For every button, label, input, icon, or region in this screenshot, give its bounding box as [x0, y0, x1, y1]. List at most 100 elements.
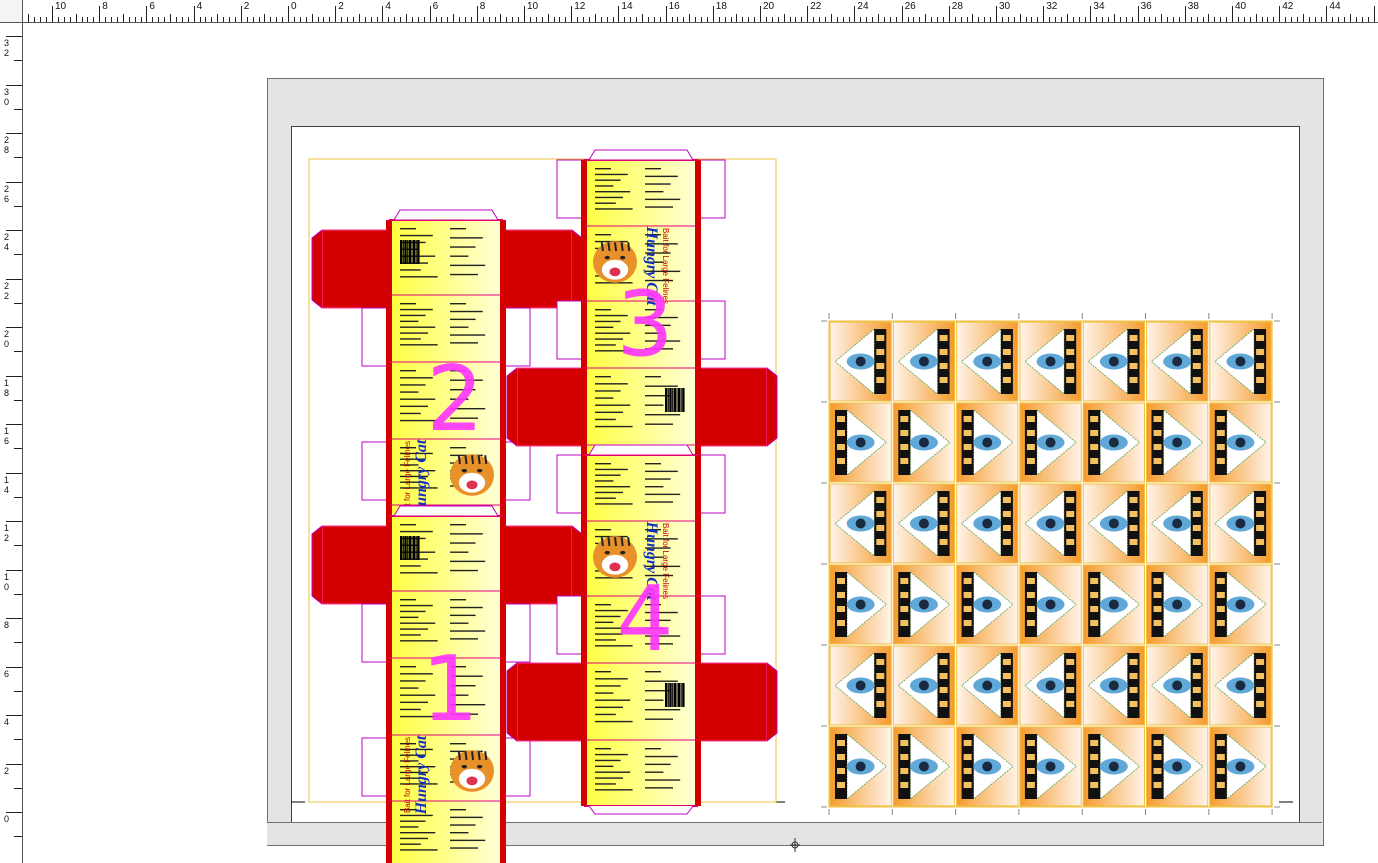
- label-band-text: [1002, 701, 1011, 707]
- label-center-mark: [1045, 518, 1056, 529]
- label-band-text: [876, 673, 885, 679]
- text-line: [595, 173, 628, 176]
- label-center-mark: [855, 356, 866, 367]
- text-line: [595, 179, 621, 181]
- label-band-text: [900, 430, 909, 436]
- label-band-text: [939, 673, 948, 679]
- dust-flap: [361, 441, 390, 501]
- label-band-text: [1002, 539, 1011, 545]
- barcode-bar: [672, 388, 674, 412]
- label-band-text: [963, 768, 972, 774]
- label-center-mark: [982, 356, 993, 367]
- text-line: [595, 783, 616, 785]
- text-line: [645, 501, 673, 503]
- label-band-text: [1066, 377, 1075, 383]
- label-band-text: [1066, 363, 1075, 369]
- label-band-text: [1192, 511, 1201, 517]
- text-line: [595, 326, 614, 329]
- barcode-bar: [670, 388, 672, 412]
- label-band-text: [837, 592, 845, 598]
- text-line: [595, 604, 611, 606]
- text-line: [400, 837, 428, 840]
- label-band-text: [1066, 497, 1075, 503]
- barcode-bar: [679, 388, 681, 412]
- label-band-text: [939, 349, 948, 355]
- label-cell: [1019, 321, 1082, 402]
- text-line: [450, 310, 483, 313]
- text-line: [595, 671, 611, 673]
- text-line: [450, 560, 486, 563]
- text-line: [595, 685, 621, 687]
- bottom-tuck-flap: [588, 805, 694, 815]
- label-center-mark: [1172, 680, 1183, 691]
- tiger-eye: [604, 255, 610, 260]
- label-band-text: [939, 539, 948, 545]
- text-line: [645, 414, 681, 416]
- label-band-text: [1090, 458, 1099, 464]
- label-band-text: [1153, 444, 1162, 450]
- text-line: [645, 198, 681, 201]
- label-center-mark: [855, 518, 866, 529]
- side-panel-red: [501, 525, 573, 605]
- text-line: [645, 175, 678, 178]
- label-band-text: [1026, 620, 1035, 626]
- label-band-text: [900, 592, 909, 598]
- text-line: [595, 418, 616, 421]
- label-band-text: [837, 620, 845, 626]
- dust-flap: [556, 159, 585, 219]
- text-line: [595, 486, 631, 488]
- barcode-bar: [410, 240, 411, 264]
- label-cell: [1146, 564, 1209, 645]
- text-line: [595, 777, 623, 779]
- label-band-text: [1129, 335, 1138, 341]
- glue-tab-red: [506, 367, 518, 447]
- label-band-text: [1256, 701, 1265, 707]
- text-line: [595, 376, 611, 378]
- label-band-text: [1026, 578, 1035, 584]
- label-center-mark: [918, 599, 929, 610]
- label-center-mark: [1172, 437, 1183, 448]
- label-cell: [892, 564, 956, 645]
- ruler-origin-corner[interactable]: [0, 0, 23, 23]
- text-line: [595, 468, 628, 471]
- text-line: [450, 622, 469, 624]
- text-line: [450, 847, 478, 849]
- label-band-text: [1216, 606, 1225, 612]
- text-line: [450, 342, 478, 344]
- label-band-text: [963, 592, 972, 598]
- label-center-mark: [1045, 437, 1056, 448]
- text-line: [645, 168, 661, 170]
- imposition-artwork[interactable]: Hungry CatBait for Large Felines 2Hungry …: [0, 0, 1378, 863]
- label-band-text: [1256, 377, 1265, 383]
- text-line: [645, 748, 661, 750]
- label-center-mark: [918, 437, 929, 448]
- text-line: [450, 246, 476, 248]
- label-cell: [1146, 645, 1209, 726]
- text-line: [595, 748, 611, 750]
- box-edge-red: [581, 455, 587, 806]
- tiger-eye: [461, 764, 467, 769]
- side-panel-red: [696, 662, 768, 742]
- label-band-text: [963, 578, 972, 584]
- label-cell: [892, 321, 956, 402]
- label-band-text: [1129, 377, 1138, 383]
- tiger-stripe: [600, 537, 604, 547]
- label-cell: [1082, 564, 1145, 645]
- label-cell: [1019, 726, 1082, 807]
- barcode-bar: [680, 388, 682, 412]
- dust-flap: [556, 454, 585, 514]
- tiger-stripe: [627, 242, 631, 252]
- label-center-mark: [1172, 599, 1183, 610]
- label-band-text: [1216, 754, 1225, 760]
- label-band-text: [1216, 768, 1225, 774]
- label-band-text: [1066, 335, 1075, 341]
- label-band-text: [1066, 659, 1075, 665]
- label-center-mark: [1235, 518, 1246, 529]
- label-cell: [1146, 726, 1209, 807]
- text-line: [400, 604, 433, 607]
- label-band-text: [876, 659, 885, 665]
- text-line: [450, 614, 476, 617]
- barcode-bar: [666, 683, 668, 707]
- text-line: [595, 771, 631, 773]
- top-tuck-flap: [393, 209, 499, 221]
